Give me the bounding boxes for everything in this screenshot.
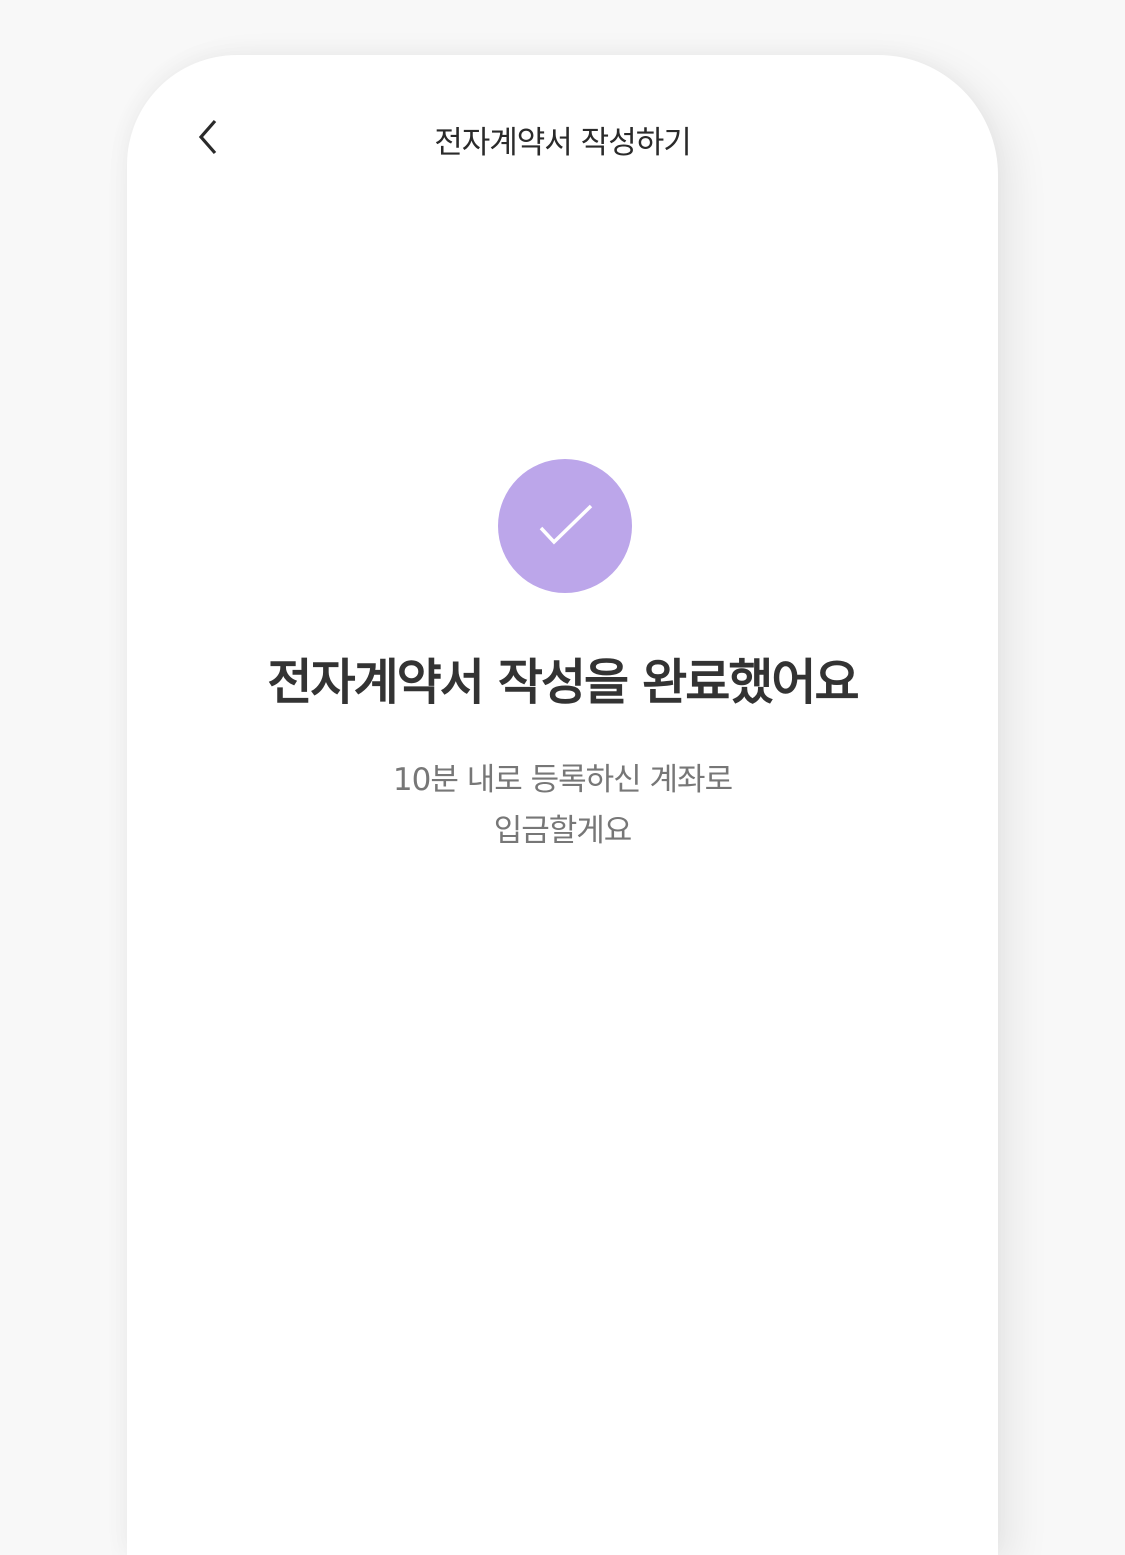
completion-subtitle: 10분 내로 등록하신 계좌로 입금할게요	[127, 755, 998, 857]
subtitle-line: 입금할게요	[493, 813, 633, 849]
subtitle-line: 10분 내로 등록하신 계좌로	[392, 762, 733, 798]
header-title: 전자계약서 작성하기	[434, 125, 692, 161]
success-badge	[498, 459, 632, 593]
check-icon	[539, 504, 593, 545]
phone-screen: 전자계약서 작성하기 전자계약서 작성을 완료했어요 10분 내로 등록하신 계…	[127, 55, 998, 1555]
completion-title: 전자계약서 작성을 완료했어요	[267, 654, 859, 711]
